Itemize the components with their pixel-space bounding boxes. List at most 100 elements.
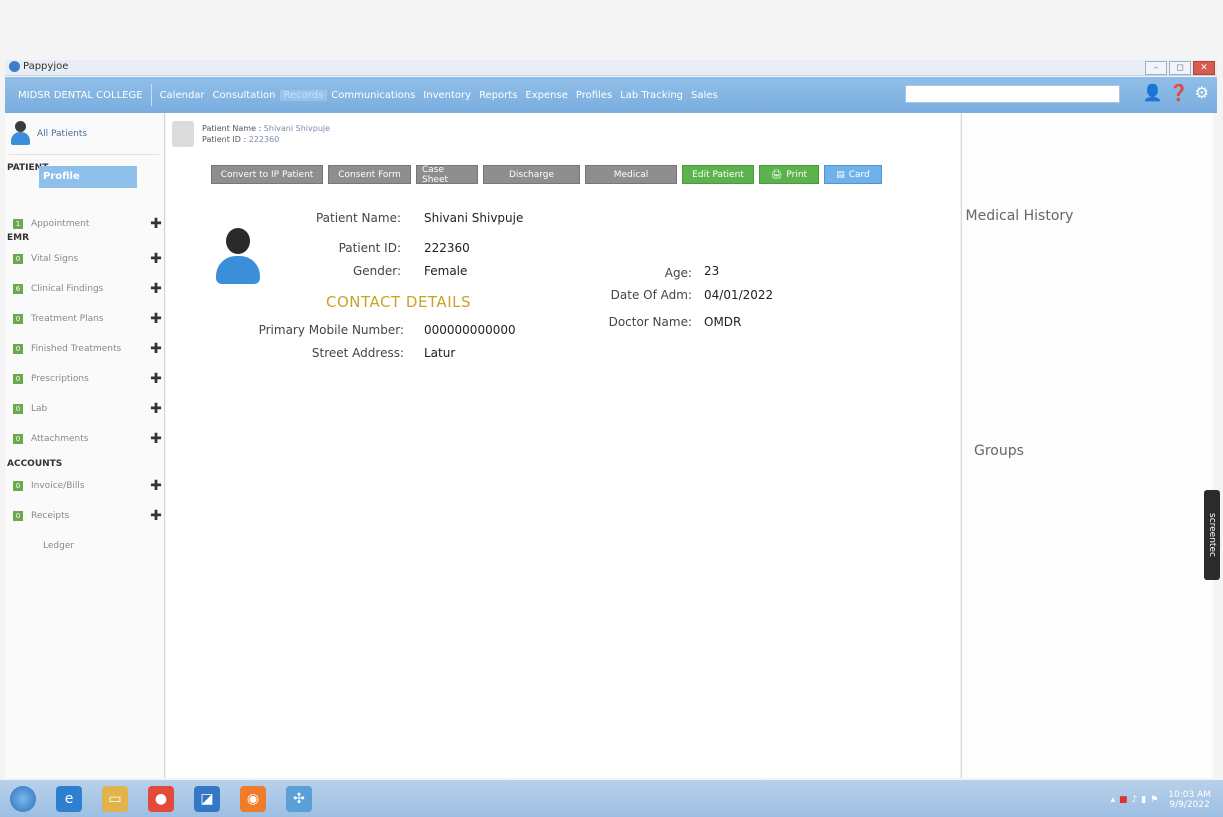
gender-value: Female — [424, 264, 468, 278]
age-label: Age: — [664, 266, 692, 280]
gear-icon[interactable]: ⚙ — [1195, 83, 1209, 102]
nav-consultation[interactable]: Consultation — [209, 90, 280, 101]
convert-ip-button[interactable]: Convert to IP Patient — [211, 165, 323, 184]
minimize-button[interactable]: – — [1145, 61, 1167, 75]
brand-name[interactable]: MIDSR DENTAL COLLEGE — [10, 84, 152, 106]
consent-form-button[interactable]: Consent Form — [328, 165, 411, 184]
title-bar: Pappyjoe – ◻ ✕ — [5, 60, 1217, 76]
adm-date-label: Date Of Adm: — [610, 288, 692, 302]
mobile-label: Primary Mobile Number: — [258, 323, 404, 337]
sidebar-item-label: Finished Treatments — [31, 344, 122, 354]
add-icon[interactable]: ✚ — [149, 341, 163, 357]
sidebar-item-clinical-findings[interactable]: 6 Clinical Findings ✚ — [13, 281, 163, 297]
add-icon[interactable]: ✚ — [149, 371, 163, 387]
count-badge: 0 — [13, 434, 23, 444]
add-icon[interactable]: ✚ — [149, 508, 163, 524]
search-input[interactable] — [905, 85, 1120, 103]
sidebar-item-label: Lab — [31, 404, 48, 414]
clock[interactable]: 10:03 AM 9/9/2022 — [1168, 790, 1211, 810]
nav-calendar[interactable]: Calendar — [156, 90, 209, 101]
add-icon[interactable]: ✚ — [149, 251, 163, 267]
sidebar-item-vital-signs[interactable]: 0 Vital Signs ✚ — [13, 251, 163, 267]
app-title-text: Pappyjoe — [23, 61, 69, 72]
patient-header-info: Patient Name : Shivani Shivpuje Patient … — [202, 123, 330, 145]
outlook-icon[interactable]: ◪ — [194, 785, 220, 812]
adm-date-value: 04/01/2022 — [704, 288, 774, 302]
card-icon: ▤ — [836, 169, 845, 180]
contact-details-heading: CONTACT DETAILS — [326, 293, 471, 311]
discharge-button[interactable]: Discharge — [483, 165, 580, 184]
count-badge: 1 — [13, 219, 23, 229]
user-icon[interactable]: 👤 — [1143, 83, 1163, 102]
case-sheet-button[interactable]: Case Sheet — [416, 165, 478, 185]
card-button[interactable]: ▤ Card — [824, 165, 882, 184]
sidebar-item-profile[interactable]: Profile — [39, 166, 137, 188]
patient-name-label: Patient Name: — [315, 211, 401, 225]
count-badge: 0 — [13, 254, 23, 264]
add-icon[interactable]: ✚ — [149, 216, 163, 232]
sidebar-item-label: Appointment — [31, 219, 90, 229]
header-name-label: Patient Name : — [202, 124, 262, 133]
patient-avatar-icon — [214, 228, 262, 284]
nav-records[interactable]: Records — [279, 89, 328, 101]
nav-sales[interactable]: Sales — [687, 90, 722, 101]
nav-expense[interactable]: Expense — [521, 90, 571, 101]
tray-arrow-icon[interactable]: ▴ — [1110, 795, 1115, 805]
add-icon[interactable]: ✚ — [149, 478, 163, 494]
pappyjoe-taskbar-icon[interactable]: ✣ — [286, 785, 312, 812]
sidebar-item-prescriptions[interactable]: 0 Prescriptions ✚ — [13, 371, 163, 387]
sidebar-item-lab[interactable]: 0 Lab ✚ — [13, 401, 163, 417]
main-panel: Patient Name : Shivani Shivpuje Patient … — [166, 113, 960, 778]
count-badge: 0 — [13, 481, 23, 491]
sidebar-item-attachments[interactable]: 0 Attachments ✚ — [13, 431, 163, 447]
header-id-label: Patient ID : — [202, 135, 247, 144]
add-icon[interactable]: ✚ — [149, 431, 163, 447]
nav-inventory[interactable]: Inventory — [419, 90, 475, 101]
street-label: Street Address: — [311, 346, 404, 360]
ie-icon[interactable]: e — [56, 785, 82, 812]
street-value: Latur — [424, 346, 456, 360]
count-badge: 0 — [13, 374, 23, 384]
patient-id-value: 222360 — [424, 241, 470, 255]
sidebar-item-ledger[interactable]: Ledger — [43, 541, 74, 551]
maximize-button[interactable]: ◻ — [1169, 61, 1191, 75]
add-icon[interactable]: ✚ — [149, 311, 163, 327]
windows-taskbar: e ▭ ● ◪ ◉ ✣ ▴ ■ ♪ ▮ ⚑ 10:03 AM 9/9/2022 — [0, 780, 1223, 817]
screentec-badge[interactable]: screentec — [1204, 490, 1220, 580]
header-name-value: Shivani Shivpuje — [263, 124, 331, 133]
add-icon[interactable]: ✚ — [149, 281, 163, 297]
battery-icon[interactable]: ▮ — [1141, 795, 1146, 805]
sidebar-item-invoice-bills[interactable]: 0 Invoice/Bills ✚ — [13, 478, 163, 494]
close-button[interactable]: ✕ — [1193, 61, 1215, 75]
sidebar-item-label: Vital Signs — [31, 254, 79, 264]
print-button[interactable]: 🖨 Print — [759, 165, 819, 184]
sidebar-item-treatment-plans[interactable]: 0 Treatment Plans ✚ — [13, 311, 163, 327]
volume-icon[interactable]: ♪ — [1131, 795, 1137, 805]
add-icon[interactable]: ✚ — [149, 401, 163, 417]
sidebar-item-label: Prescriptions — [31, 374, 89, 384]
firefox-icon[interactable]: ◉ — [240, 785, 266, 812]
all-patients-link[interactable]: All Patients — [9, 113, 159, 155]
sidebar-item-appointment[interactable]: 1 Appointment ✚ — [13, 216, 163, 232]
chrome-icon[interactable]: ● — [148, 785, 174, 812]
network-icon[interactable]: ■ — [1119, 795, 1128, 805]
app-root: Pappyjoe – ◻ ✕ MIDSR DENTAL COLLEGE Cale… — [0, 0, 1223, 817]
flag-icon[interactable]: ⚑ — [1150, 795, 1158, 805]
sidebar-item-finished-treatments[interactable]: 0 Finished Treatments ✚ — [13, 341, 163, 357]
nav-communications[interactable]: Communications — [327, 90, 419, 101]
edit-patient-button[interactable]: Edit Patient — [682, 165, 754, 184]
patient-id-label: Patient ID: — [338, 241, 401, 255]
nav-profiles[interactable]: Profiles — [572, 90, 616, 101]
help-icon[interactable]: ❓ — [1169, 83, 1189, 102]
start-button[interactable] — [10, 785, 36, 812]
mobile-value: 000000000000 — [424, 323, 516, 337]
sidebar-item-label: Clinical Findings — [31, 284, 104, 294]
count-badge: 0 — [13, 344, 23, 354]
sidebar-item-receipts[interactable]: 0 Receipts ✚ — [13, 508, 163, 524]
folder-icon[interactable]: ▭ — [102, 785, 128, 812]
nav-lab-tracking[interactable]: Lab Tracking — [616, 90, 687, 101]
medical-button[interactable]: Medical — [585, 165, 677, 184]
doctor-name-value: OMDR — [704, 315, 742, 329]
all-patients-label: All Patients — [37, 128, 88, 139]
nav-reports[interactable]: Reports — [475, 90, 521, 101]
